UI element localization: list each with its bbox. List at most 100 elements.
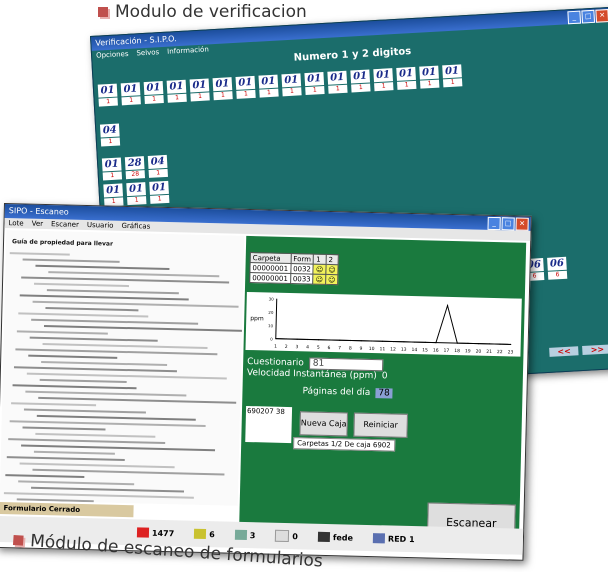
chart-y-tick-label: 0 <box>270 337 273 342</box>
digit-card[interactable]: 01 1 <box>235 75 256 99</box>
recognized-value[interactable]: 1 <box>144 94 164 105</box>
recognized-value[interactable]: 6 <box>547 270 568 280</box>
form-status: Formulario Cerrado <box>0 501 134 518</box>
menu-lote[interactable]: Lote <box>8 218 23 228</box>
digit-card[interactable]: 01 1 <box>327 70 348 94</box>
digit-card[interactable]: 01 1 <box>120 82 141 106</box>
recognized-value[interactable]: 1 <box>328 84 348 94</box>
scan-text-line <box>31 486 185 493</box>
digit-card[interactable]: 01 1 <box>281 73 302 97</box>
handwritten-digit: 01 <box>281 73 302 88</box>
digit-card[interactable]: 01 1 <box>166 79 187 103</box>
scan-text-line <box>48 271 220 278</box>
digit-card[interactable]: 01 1 <box>396 66 417 90</box>
recognized-value[interactable]: 1 <box>442 78 463 88</box>
recognized-value[interactable]: 1 <box>98 97 118 107</box>
menu-usuario[interactable]: Usuario <box>87 220 114 231</box>
chart-x-tick-label: 2 <box>285 344 288 350</box>
menu-opciones[interactable]: Opciones <box>96 49 129 61</box>
chart-x-tick-label: 4 <box>306 344 309 350</box>
table-cell: 0032 <box>290 263 314 275</box>
maximize-icon[interactable]: □ <box>581 9 596 24</box>
chart-x-tick-label: 14 <box>411 347 417 353</box>
recognized-value[interactable]: 1 <box>351 83 371 93</box>
scan-text-line <box>19 294 189 301</box>
digit-card[interactable]: 01 1 <box>350 69 371 93</box>
digit-card[interactable]: 01 1 <box>101 157 123 181</box>
recognized-value[interactable]: 1 <box>282 87 302 97</box>
handwritten-digit: 01 <box>327 70 348 85</box>
recognized-value[interactable]: 1 <box>374 82 394 92</box>
digit-card[interactable]: 01 1 <box>143 81 164 105</box>
chart-x-tick-label: 5 <box>317 345 320 351</box>
recognized-value[interactable]: 1 <box>190 92 210 102</box>
chart-y-tick-label: 10 <box>268 323 274 328</box>
menu-graficas[interactable]: Gráficas <box>121 221 150 232</box>
scan-text-line <box>6 456 125 462</box>
digit-card[interactable]: 01 1 <box>126 182 147 206</box>
scan-text-line <box>35 432 156 438</box>
digit-card[interactable]: 28 28 <box>124 156 146 180</box>
document-icon <box>234 529 247 541</box>
nav-prev-button[interactable]: << <box>549 346 579 357</box>
menu-escaner[interactable]: Escaner <box>51 219 79 230</box>
digit-card[interactable]: 04 1 <box>147 154 168 178</box>
menu-ver[interactable]: Ver <box>32 219 44 229</box>
digit-card[interactable]: 01 1 <box>189 78 210 102</box>
digit-row: 01 1 28 28 04 1 <box>101 154 168 181</box>
minimize-icon[interactable]: _ <box>487 216 501 231</box>
nueva-caja-button[interactable]: Nueva Caja <box>299 411 348 437</box>
handwritten-digit: 01 <box>396 66 416 81</box>
recognized-value[interactable]: 1 <box>259 88 279 98</box>
digit-card[interactable]: 01 1 <box>212 77 233 101</box>
handwritten-digit: 01 <box>189 78 210 93</box>
recognized-value[interactable]: 1 <box>167 93 187 103</box>
close-icon[interactable]: ✕ <box>515 217 529 231</box>
digit-card[interactable]: 01 1 <box>97 83 118 107</box>
handwritten-digit: 01 <box>103 183 124 198</box>
recognized-value[interactable]: 1 <box>121 96 141 106</box>
scan-text-line <box>18 312 149 318</box>
recognized-value[interactable]: 1 <box>236 89 256 99</box>
chart-x-tick-label: 1 <box>274 344 277 350</box>
recognized-value[interactable]: 1 <box>100 137 121 147</box>
reiniciar-caja-button[interactable]: Reiniciar Caja <box>353 412 408 451</box>
digit-card[interactable]: 04 1 <box>99 123 121 147</box>
menu-selvos[interactable]: Selvos <box>136 47 159 58</box>
digit-card[interactable]: 01 1 <box>258 74 279 98</box>
ppm-chart-svg: ppm01020301 2 3 4 5 6 7 8 9 10 11 12 13 14 15 16 17 18 19 2… <box>250 296 513 355</box>
digit-card[interactable]: 01 1 <box>442 64 463 88</box>
handwritten-digit: 04 <box>147 154 168 169</box>
carpetas-status: Carpetas 1/2 De caja 6902 <box>293 437 395 452</box>
table-row[interactable]: 00000001 0033 ☺ ☺ <box>249 272 338 285</box>
recognized-value[interactable]: 1 <box>148 168 168 178</box>
page-icon <box>275 529 290 543</box>
scan-text-line <box>22 258 120 263</box>
close-icon[interactable]: ✕ <box>595 9 608 23</box>
recognized-value[interactable]: 1 <box>420 79 440 89</box>
digit-card[interactable]: 01 1 <box>304 72 325 96</box>
recognized-value[interactable]: 1 <box>397 80 417 90</box>
maximize-icon[interactable]: □ <box>501 217 515 231</box>
digit-card[interactable]: 01 1 <box>373 68 394 92</box>
recognized-value[interactable]: 1 <box>102 171 123 181</box>
handwritten-digit: 04 <box>99 123 120 138</box>
digit-card[interactable]: 01 1 <box>419 65 440 89</box>
handwritten-digit: 01 <box>166 79 187 94</box>
recognized-value[interactable]: 28 <box>125 170 146 180</box>
digit-card[interactable]: 06 6 <box>547 256 568 280</box>
table-cell: ☺ <box>325 264 339 275</box>
scan-text-line <box>31 318 199 325</box>
handwritten-digit: 01 <box>235 75 256 90</box>
scan-text-line <box>9 252 70 256</box>
recognized-value[interactable]: 1 <box>305 86 325 96</box>
recognized-value[interactable]: 1 <box>127 196 147 206</box>
recognized-value[interactable]: 1 <box>150 194 170 204</box>
digit-card[interactable]: 01 1 <box>103 183 124 207</box>
nav-next-button[interactable]: >> <box>582 344 608 355</box>
digit-card[interactable]: 01 1 <box>149 180 170 204</box>
paginas-field: Páginas del día 78 <box>302 386 393 399</box>
minimize-icon[interactable]: _ <box>567 10 582 25</box>
scan-text-line <box>46 289 179 295</box>
recognized-value[interactable]: 1 <box>213 91 233 101</box>
